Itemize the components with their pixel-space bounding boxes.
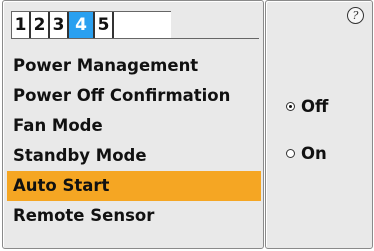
radio-on-icon[interactable] <box>286 149 295 158</box>
menu-item-remote-sensor[interactable]: Remote Sensor <box>7 201 261 231</box>
option-off-label: Off <box>301 97 329 116</box>
tab-bar: 1 2 3 4 5 <box>11 11 171 39</box>
tab-3[interactable]: 3 <box>50 12 69 38</box>
menu-panel: 1 2 3 4 5 Power Management Power Off Con… <box>2 0 264 249</box>
option-on-label: On <box>301 144 327 163</box>
tab-4[interactable]: 4 <box>69 12 95 38</box>
menu-item-standby-mode[interactable]: Standby Mode <box>7 141 261 171</box>
question-icon[interactable]: ? <box>347 7 364 24</box>
options-panel: ? Off On <box>265 0 373 249</box>
menu-item-power-off-confirmation[interactable]: Power Off Confirmation <box>7 81 261 111</box>
option-off[interactable]: Off <box>286 97 328 116</box>
settings-menu: Power Management Power Off Confirmation … <box>7 51 261 231</box>
tab-5[interactable]: 5 <box>95 12 114 38</box>
tab-1[interactable]: 1 <box>12 12 31 38</box>
tab-bar-underline <box>171 38 259 39</box>
radio-off-icon[interactable] <box>286 102 295 111</box>
option-on[interactable]: On <box>286 144 327 163</box>
menu-item-fan-mode[interactable]: Fan Mode <box>7 111 261 141</box>
menu-item-power-management[interactable]: Power Management <box>7 51 261 81</box>
tab-2[interactable]: 2 <box>31 12 50 38</box>
menu-item-auto-start[interactable]: Auto Start <box>7 171 261 201</box>
